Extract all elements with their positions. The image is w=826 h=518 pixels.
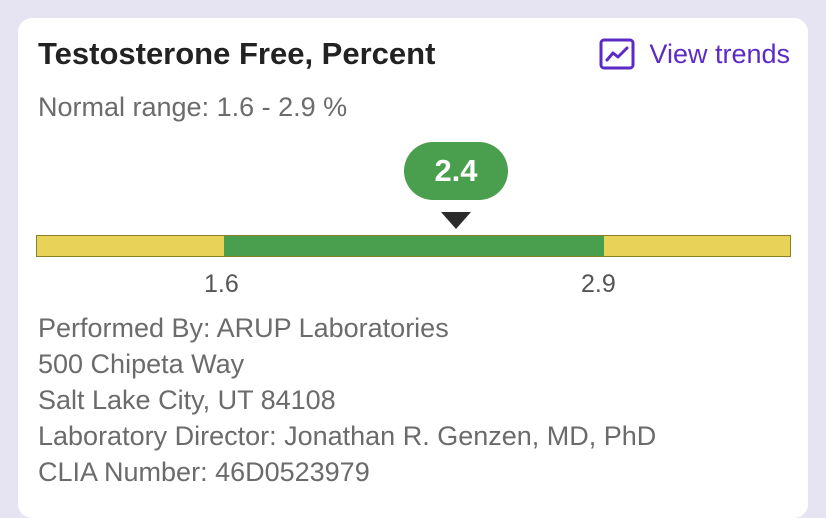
trend-chart-icon bbox=[599, 38, 635, 70]
range-low-label: 1.6 bbox=[204, 270, 239, 298]
clia-number: CLIA Number: 46D0523979 bbox=[38, 457, 370, 487]
normal-range-text: Normal range: 1.6 - 2.9 % bbox=[38, 92, 348, 122]
result-card: Testosterone Free, Percent View trends N… bbox=[18, 18, 808, 518]
range-high-label: 2.9 bbox=[581, 270, 616, 298]
result-value-badge: 2.4 bbox=[404, 142, 508, 200]
range-bar-low-segment bbox=[37, 236, 224, 256]
lab-director: Laboratory Director: Jonathan R. Genzen,… bbox=[38, 421, 657, 451]
result-pointer-icon bbox=[441, 212, 471, 229]
view-trends-label[interactable]: View trends bbox=[649, 39, 790, 70]
view-trends-link[interactable]: View trends bbox=[599, 38, 790, 70]
range-bar-high-segment bbox=[604, 236, 790, 256]
address-line-2: Salt Lake City, UT 84108 bbox=[38, 385, 336, 415]
performed-by: Performed By: ARUP Laboratories bbox=[38, 313, 449, 343]
range-bar bbox=[36, 235, 791, 257]
address-line-1: 500 Chipeta Way bbox=[38, 349, 245, 379]
test-title: Testosterone Free, Percent bbox=[38, 36, 436, 71]
range-bar-normal-segment bbox=[224, 236, 604, 256]
lab-info: Performed By: ARUP Laboratories 500 Chip… bbox=[38, 310, 656, 490]
